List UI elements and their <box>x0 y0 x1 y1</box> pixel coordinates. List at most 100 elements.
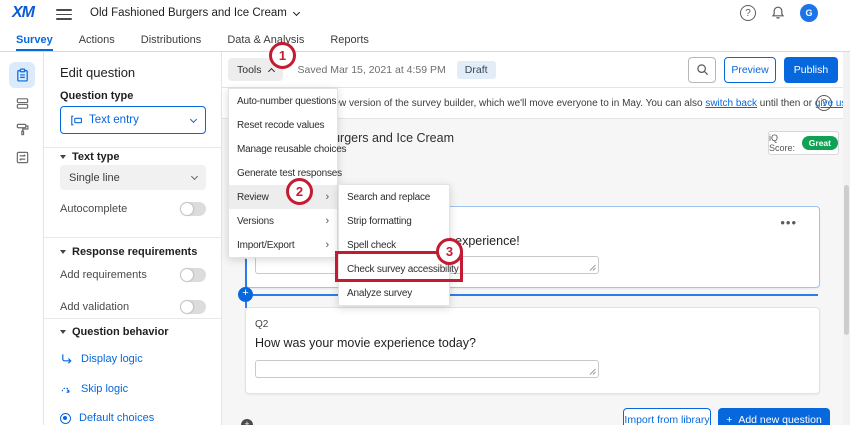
block-options-icon[interactable] <box>9 90 35 116</box>
menu-item-label: Spell check <box>347 240 396 251</box>
review-submenu-item-search-and-replace[interactable]: Search and replace <box>339 185 449 209</box>
question-behavior-section-header[interactable]: Question behavior <box>60 326 169 338</box>
iq-score-value-badge: Great <box>802 136 838 150</box>
tab-actions[interactable]: Actions <box>79 28 115 51</box>
display-logic-link[interactable]: Display logic <box>60 352 143 365</box>
review-submenu-item-strip-formatting[interactable]: Strip formatting <box>339 209 449 233</box>
import-from-library-button[interactable]: Import from library <box>623 408 711 425</box>
tools-menu-item-manage-reusable-choices[interactable]: Manage reusable choices <box>229 137 337 161</box>
tab-distributions[interactable]: Distributions <box>141 28 202 51</box>
header-actions: ? G <box>740 4 818 22</box>
divider <box>44 318 222 319</box>
annotation-step-3: 3 <box>436 238 463 265</box>
menu-item-label: Manage reusable choices <box>237 144 346 155</box>
tools-menu: Auto-number questions Reset recode values… <box>228 88 338 258</box>
add-validation-toggle[interactable] <box>180 300 206 314</box>
display-logic-icon <box>60 352 73 365</box>
divider <box>44 237 222 238</box>
menu-item-label: Analyze survey <box>347 288 412 299</box>
menu-item-label: Versions <box>237 216 274 227</box>
tools-menu-item-generate-test-responses[interactable]: Generate test responses <box>229 161 337 185</box>
question-type-label: Question type <box>60 90 133 102</box>
survey-name-dropdown[interactable]: Old Fashioned Burgers and Ice Cream <box>90 7 299 19</box>
help-icon[interactable]: ? <box>740 5 756 21</box>
autocomplete-toggle[interactable] <box>180 202 206 216</box>
q2-answer-input[interactable] <box>255 360 599 378</box>
add-question-divider-line <box>246 294 818 296</box>
text-type-select[interactable]: Single line <box>60 165 206 190</box>
submenu-chevron-icon: › <box>326 191 329 203</box>
banner-help-icon[interactable]: ? <box>816 95 832 111</box>
survey-builder-icon[interactable] <box>9 62 35 88</box>
collapse-triangle-icon <box>60 250 66 254</box>
display-logic-label: Display logic <box>81 353 143 365</box>
switch-back-link[interactable]: switch back <box>705 98 757 109</box>
default-choices-label: Default choices <box>79 412 154 424</box>
collapse-triangle-icon <box>60 330 66 334</box>
q2-question-text[interactable]: How was your movie experience today? <box>255 336 476 350</box>
submenu-chevron-icon: › <box>326 239 329 251</box>
tools-menu-item-review[interactable]: Review› <box>229 185 337 209</box>
menu-item-label: Strip formatting <box>347 216 412 227</box>
menu-item-label: Search and replace <box>347 192 430 203</box>
survey-flow-icon[interactable] <box>9 144 35 170</box>
review-submenu: Search and replace Strip formatting Spell … <box>338 184 450 306</box>
text-type-section-header[interactable]: Text type <box>60 151 119 163</box>
user-avatar[interactable]: G <box>800 4 818 22</box>
tools-menu-item-versions[interactable]: Versions› <box>229 209 337 233</box>
notifications-bell-icon[interactable] <box>770 5 786 21</box>
question-card-q2[interactable] <box>245 307 820 394</box>
add-requirements-row: Add requirements <box>60 268 206 282</box>
tools-menu-item-auto-number-questions[interactable]: Auto-number questions <box>229 89 337 113</box>
draft-badge: Draft <box>457 61 496 79</box>
banner-text: You're using the new version of the surv… <box>254 98 850 109</box>
saved-status: Saved Mar 15, 2021 at 4:59 PM <box>298 64 446 76</box>
default-choices-link[interactable]: Default choices <box>60 412 154 424</box>
survey-builder-app: XM Old Fashioned Burgers and Ice Cream ?… <box>0 0 850 425</box>
preview-button[interactable]: Preview <box>724 57 776 83</box>
scrollbar-thumb[interactable] <box>844 185 849 335</box>
text-entry-icon <box>70 115 83 126</box>
tools-menu-item-reset-recode-values[interactable]: Reset recode values <box>229 113 337 137</box>
default-choices-icon <box>60 413 71 424</box>
tab-reports[interactable]: Reports <box>330 28 369 51</box>
add-validation-row: Add validation <box>60 300 206 314</box>
add-question-inline-button[interactable]: + <box>241 419 253 425</box>
autocomplete-row: Autocomplete <box>60 202 206 216</box>
skip-logic-label: Skip logic <box>81 383 128 395</box>
resize-handle-icon[interactable] <box>589 264 596 271</box>
skip-logic-icon <box>60 382 73 395</box>
resize-handle-icon[interactable] <box>589 368 596 375</box>
search-button[interactable] <box>688 57 716 83</box>
survey-toolbar: Tools Saved Mar 15, 2021 at 4:59 PM Draf… <box>222 52 850 88</box>
plus-icon: + <box>726 414 732 425</box>
text-type-value: Single line <box>69 172 120 184</box>
add-question-inline-button[interactable]: + <box>238 287 253 302</box>
chevron-down-icon <box>190 115 197 122</box>
tab-survey[interactable]: Survey <box>16 28 53 51</box>
question-type-value: Text entry <box>89 114 139 126</box>
question-menu-ellipsis-icon[interactable]: ••• <box>780 215 797 230</box>
text-type-label: Text type <box>72 151 119 163</box>
publish-button[interactable]: Publish <box>784 57 838 83</box>
menu-item-label: Import/Export <box>237 240 294 251</box>
add-new-question-button[interactable]: + Add new question <box>718 408 830 425</box>
scrollbar-track[interactable] <box>843 52 850 425</box>
menu-item-label: Reset recode values <box>237 120 324 131</box>
chevron-up-icon <box>267 67 274 74</box>
review-submenu-item-analyze-survey[interactable]: Analyze survey <box>339 281 449 305</box>
top-header: XM Old Fashioned Burgers and Ice Cream ?… <box>0 0 850 28</box>
tools-menu-item-import-export[interactable]: Import/Export › <box>229 233 337 257</box>
response-requirements-label: Response requirements <box>72 246 197 258</box>
skip-logic-link[interactable]: Skip logic <box>60 382 128 395</box>
look-and-feel-icon[interactable] <box>9 116 35 142</box>
add-requirements-toggle[interactable] <box>180 268 206 282</box>
response-requirements-section-header[interactable]: Response requirements <box>60 246 197 258</box>
hamburger-menu-icon[interactable] <box>56 9 72 20</box>
iq-score-box[interactable]: iQ Score: Great <box>768 131 839 155</box>
q2-number-label: Q2 <box>255 319 268 330</box>
collapse-triangle-icon <box>60 155 66 159</box>
question-type-dropdown[interactable]: Text entry <box>60 106 206 134</box>
tools-button-label: Tools <box>237 64 262 76</box>
panel-title: Edit question <box>60 65 135 80</box>
